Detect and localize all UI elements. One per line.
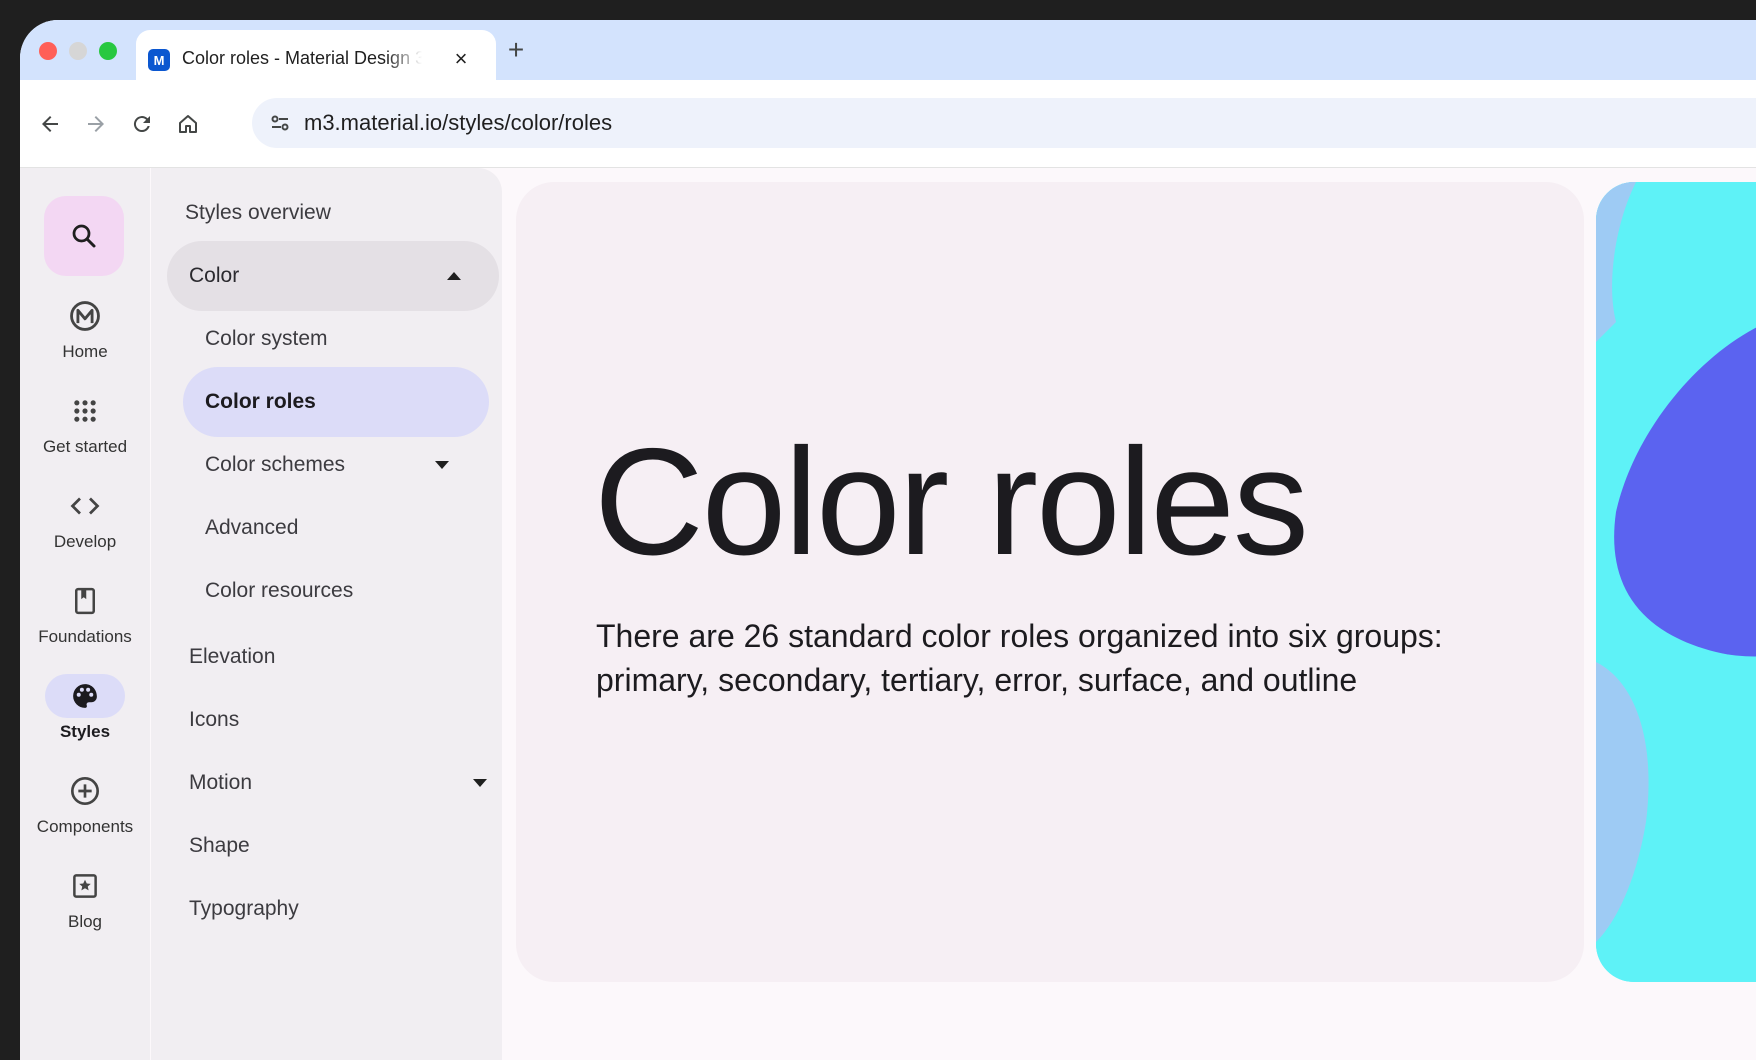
nav-item-label: Color system	[205, 327, 328, 350]
rail-item-styles[interactable]: Styles	[20, 674, 150, 764]
arrow-back-icon	[42, 116, 58, 132]
code-icon	[45, 484, 125, 528]
home-icon	[179, 115, 197, 133]
rail-item-get-started[interactable]: Get started	[20, 389, 150, 479]
nav-item-styles-overview[interactable]: Styles overview	[167, 178, 485, 248]
reload-button[interactable]	[124, 106, 160, 142]
nav-item-label: Advanced	[205, 516, 299, 539]
nav-item-label: Elevation	[189, 645, 276, 668]
decorative-artwork	[1596, 182, 1756, 982]
browser-toolbar: m3.material.io/styles/color/roles	[20, 80, 1756, 168]
nav-item-label: Typography	[189, 897, 299, 920]
nav-item-color-schemes[interactable]: Color schemes	[183, 430, 489, 500]
close-tab-icon[interactable]: ×	[448, 46, 474, 72]
material-favicon-icon: M	[148, 49, 170, 71]
site-settings-icon[interactable]	[264, 107, 296, 139]
page-description: There are 26 standard color roles organi…	[596, 618, 1443, 698]
nav-item-elevation[interactable]: Elevation	[167, 622, 489, 692]
nav-item-label: Shape	[189, 834, 250, 857]
rail-item-components[interactable]: Components	[20, 769, 150, 859]
tab-strip: M Color roles - Material Design 3 × +	[20, 20, 1756, 88]
nav-item-shape[interactable]: Shape	[167, 811, 489, 881]
rail-label: Home	[62, 342, 108, 361]
address-bar[interactable]: m3.material.io/styles/color/roles	[252, 98, 1756, 148]
nav-item-advanced[interactable]: Advanced	[183, 493, 485, 563]
back-button[interactable]	[32, 106, 68, 142]
book-icon	[45, 579, 125, 623]
close-window-button[interactable]	[39, 42, 57, 60]
minimize-window-button[interactable]	[69, 42, 87, 60]
palette-icon	[45, 674, 125, 718]
rail-label: Foundations	[38, 627, 132, 646]
nav-item-label: Motion	[189, 771, 253, 794]
material-logo-icon	[45, 294, 125, 338]
nav-item-color-system[interactable]: Color system	[183, 304, 485, 374]
reload-icon	[133, 116, 150, 133]
chevron-up-icon	[447, 272, 461, 280]
forward-button[interactable]	[78, 106, 114, 142]
nav-item-label: Color resources	[205, 579, 354, 602]
chevron-down-icon	[435, 461, 449, 469]
arrow-forward-icon	[88, 116, 104, 132]
rail-label: Styles	[59, 722, 111, 741]
styles-subnav: Styles overview Color Color system Color…	[151, 168, 502, 1060]
rail-item-home[interactable]: Home	[20, 294, 150, 384]
nav-item-label: Color	[189, 264, 240, 287]
rail-label: Components	[36, 817, 134, 836]
nav-item-label: Styles overview	[185, 201, 331, 224]
search-button[interactable]	[44, 196, 124, 276]
search-icon	[72, 224, 96, 248]
nav-item-label: Color schemes	[205, 453, 346, 476]
nav-item-color-roles[interactable]: Color roles	[183, 367, 489, 437]
chevron-down-icon	[473, 779, 487, 787]
new-tab-button[interactable]: +	[498, 32, 534, 68]
maximize-window-button[interactable]	[99, 42, 117, 60]
nav-item-icons[interactable]: Icons	[167, 685, 489, 755]
nav-item-label: Color roles	[205, 390, 316, 413]
abstract-shapes-illustration	[1596, 182, 1756, 982]
nav-item-motion[interactable]: Motion	[167, 748, 489, 818]
rail-label: Blog	[67, 912, 103, 931]
rail-label: Develop	[53, 532, 117, 551]
browser-window: M Color roles - Material Design 3 × + m3…	[20, 20, 1756, 1060]
home-button[interactable]	[170, 106, 206, 142]
nav-item-typography[interactable]: Typography	[167, 874, 489, 944]
tab-title: Color roles - Material Design 3	[182, 48, 422, 68]
rail-item-develop[interactable]: Develop	[20, 484, 150, 574]
url-text: m3.material.io/styles/color/roles	[304, 110, 613, 135]
rail-item-blog[interactable]: Blog	[20, 864, 150, 954]
navigation-rail: Home Get started Develop Foundations Sty…	[20, 168, 150, 1060]
rail-item-foundations[interactable]: Foundations	[20, 579, 150, 669]
rail-label: Get started	[42, 437, 128, 456]
star-book-icon	[45, 864, 125, 908]
nav-item-label: Icons	[189, 708, 240, 731]
nav-item-color-resources[interactable]: Color resources	[183, 556, 485, 626]
nav-item-color[interactable]: Color	[167, 241, 499, 311]
hero-card: Color roles There are 26 standard color …	[516, 182, 1584, 982]
page-content: Home Get started Develop Foundations Sty…	[20, 168, 1756, 1060]
add-circle-icon	[45, 769, 125, 813]
page-title: Color roles	[594, 417, 1309, 587]
apps-grid-icon	[45, 389, 125, 433]
